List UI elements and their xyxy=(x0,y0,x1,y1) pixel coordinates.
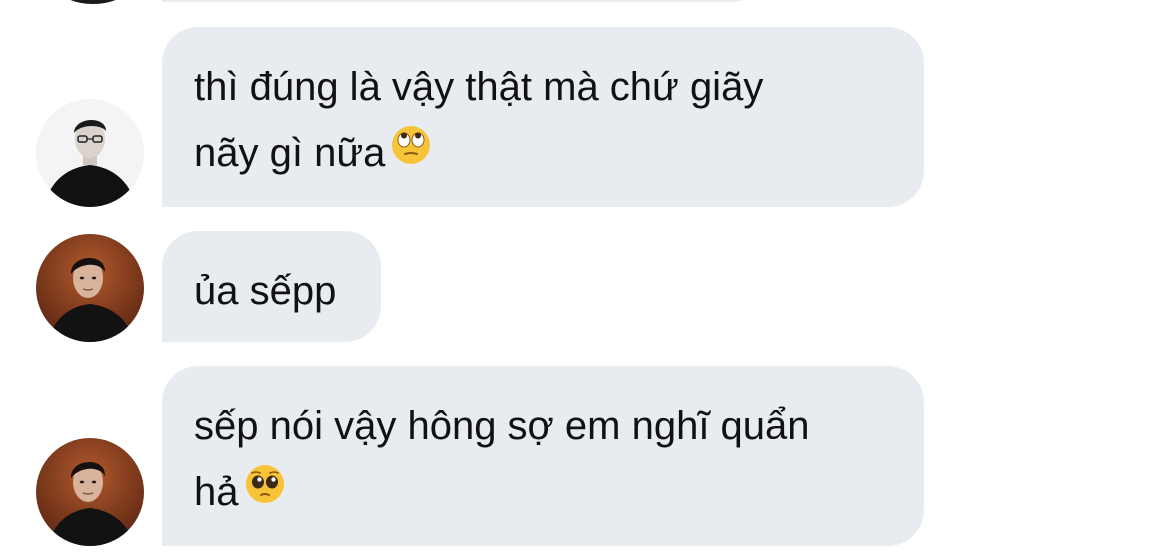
message-text-line: hả xyxy=(194,459,894,525)
avatar[interactable] xyxy=(36,234,144,342)
message-bubble[interactable]: ủa sếpp xyxy=(162,231,381,342)
message-text-line: sếp nói vậy hông sợ em nghĩ quẩn xyxy=(194,404,810,448)
previous-avatar-partial xyxy=(58,0,128,4)
message-text-line: nãy gì nữa xyxy=(194,120,894,186)
previous-message-bubble-partial xyxy=(162,0,762,2)
message-text-line: thì đúng là vậy thật mà chứ giãy xyxy=(194,65,764,109)
profile-photo-brown xyxy=(36,234,144,342)
message-text-line: ủa sếpp xyxy=(194,269,337,313)
avatar[interactable] xyxy=(36,438,144,546)
message-bubble[interactable]: thì đúng là vậy thật mà chứ giãy nãy gì … xyxy=(162,27,924,207)
avatar[interactable] xyxy=(36,99,144,207)
eye-roll-emoji-icon xyxy=(391,119,431,185)
profile-photo-bw xyxy=(36,99,144,207)
profile-photo-brown xyxy=(36,438,144,546)
message-bubble[interactable]: sếp nói vậy hông sợ em nghĩ quẩn hả xyxy=(162,366,924,546)
pleading-face-emoji-icon xyxy=(245,458,285,524)
